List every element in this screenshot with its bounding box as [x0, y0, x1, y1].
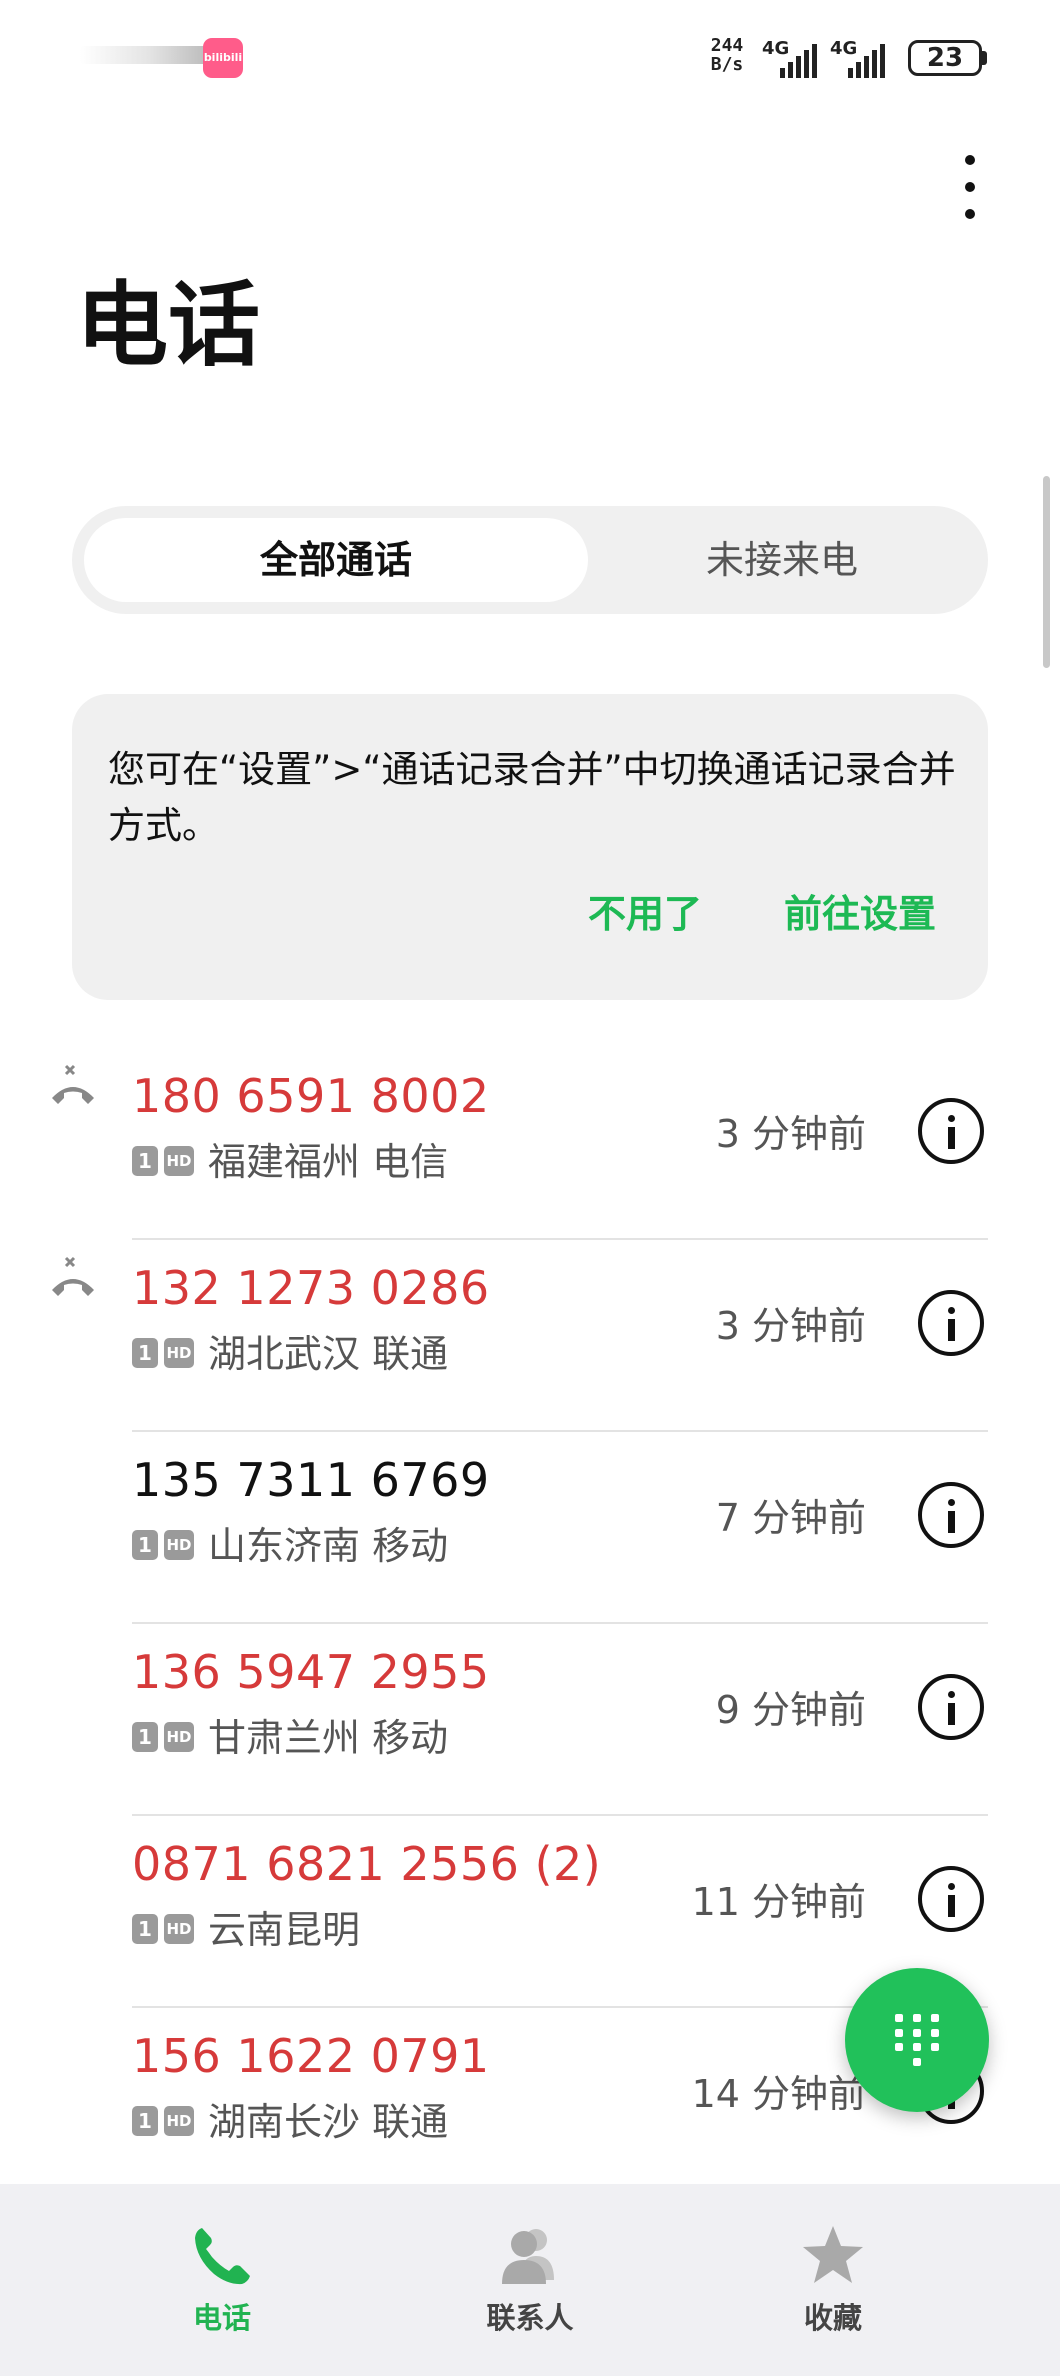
- phone-number: 136 5947 2955: [132, 1645, 490, 1699]
- call-time: 14 分钟前: [691, 2072, 866, 2116]
- phone-number: 132 1273 0286: [132, 1261, 490, 1315]
- phone-icon: [195, 2228, 250, 2285]
- info-icon[interactable]: [918, 1674, 984, 1740]
- go-to-settings-button[interactable]: 前往设置: [784, 886, 936, 942]
- call-row[interactable]: 132 1273 0286 1 HD 湖北武汉 联通 3 分钟前: [0, 1240, 1060, 1432]
- sim-1-icon: 1: [132, 1530, 158, 1560]
- tab-missed-calls[interactable]: 未接来电: [588, 518, 976, 602]
- page-title: 电话: [76, 272, 261, 379]
- call-location: 云南昆明: [208, 1908, 361, 1952]
- dialpad-button[interactable]: [845, 1968, 989, 2112]
- phone-number: 0871 6821 2556 (2): [132, 1837, 602, 1891]
- signal-1-icon: 4G: [762, 34, 822, 78]
- sim-tags: 1 HD: [132, 2106, 194, 2136]
- sim-tags: 1 HD: [132, 1530, 194, 1560]
- nav-phone-label: 电话: [192, 2301, 251, 2335]
- sim-1-icon: 1: [132, 1338, 158, 1368]
- info-icon[interactable]: [918, 1482, 984, 1548]
- nav-favorites-label: 收藏: [803, 2301, 862, 2335]
- status-bar: bilibili 244 B/s 4G 4G 23: [0, 0, 1060, 110]
- call-row[interactable]: 180 6591 8002 1 HD 福建福州 电信 3 分钟前: [0, 1048, 1060, 1240]
- call-time: 3 分钟前: [715, 1304, 866, 1348]
- battery-tip: [982, 51, 987, 65]
- hd-icon: HD: [164, 1338, 194, 1368]
- sim-tags: 1 HD: [132, 1722, 194, 1752]
- call-time: 7 分钟前: [715, 1496, 866, 1540]
- more-options-icon[interactable]: [950, 155, 990, 219]
- call-time: 9 分钟前: [715, 1688, 866, 1732]
- sim-tags: 1 HD: [132, 1146, 194, 1176]
- network-speed: 244 B/s: [704, 36, 750, 74]
- nav-contacts[interactable]: 联系人: [430, 2184, 630, 2376]
- sim-1-icon: 1: [132, 1146, 158, 1176]
- dismiss-button[interactable]: 不用了: [588, 886, 702, 942]
- tip-text: 您可在“设置”>“通话记录合并”中切换通话记录合并方式。: [108, 748, 956, 847]
- notification-preview: [80, 46, 206, 64]
- info-icon[interactable]: [918, 1290, 984, 1356]
- nav-phone[interactable]: 电话: [122, 2184, 322, 2376]
- bottom-navigation: 电话 联系人 收藏: [0, 2184, 1060, 2376]
- sim-tags: 1 HD: [132, 1338, 194, 1368]
- call-row[interactable]: 136 5947 2955 1 HD 甘肃兰州 移动 9 分钟前: [0, 1624, 1060, 1816]
- hd-icon: HD: [164, 1146, 194, 1176]
- call-location: 湖北武汉 联通: [208, 1332, 449, 1376]
- star-icon: [803, 2226, 863, 2283]
- call-time: 3 分钟前: [715, 1112, 866, 1156]
- phone-number: 180 6591 8002: [132, 1069, 490, 1123]
- contacts-icon: [502, 2229, 554, 2284]
- nav-contacts-label: 联系人: [486, 2301, 574, 2335]
- call-location: 山东济南 移动: [208, 1524, 449, 1568]
- info-icon[interactable]: [918, 1866, 984, 1932]
- call-location: 福建福州 电信: [208, 1140, 449, 1184]
- hd-icon: HD: [164, 1722, 194, 1752]
- call-location: 甘肃兰州 移动: [208, 1716, 449, 1760]
- call-row[interactable]: 135 7311 6769 1 HD 山东济南 移动 7 分钟前: [0, 1432, 1060, 1624]
- phone-number: 156 1622 0791: [132, 2029, 490, 2083]
- dialpad-icon: [895, 2014, 939, 2066]
- call-location: 湖南长沙 联通: [208, 2100, 449, 2144]
- merge-tip-card: 您可在“设置”>“通话记录合并”中切换通话记录合并方式。 不用了 前往设置: [72, 694, 988, 1000]
- battery-indicator: 23: [908, 40, 982, 76]
- phone-number: 135 7311 6769: [132, 1453, 490, 1507]
- sim-tags: 1 HD: [132, 1914, 194, 1944]
- missed-call-icon: [52, 1064, 94, 1104]
- tab-all-calls[interactable]: 全部通话: [84, 518, 588, 602]
- nav-favorites[interactable]: 收藏: [733, 2184, 933, 2376]
- call-filter-tabs: 全部通话 未接来电: [72, 506, 988, 614]
- hd-icon: HD: [164, 1914, 194, 1944]
- net-speed-unit: B/s: [710, 54, 744, 75]
- info-icon[interactable]: [918, 1098, 984, 1164]
- call-time: 11 分钟前: [691, 1880, 866, 1924]
- sim-1-icon: 1: [132, 2106, 158, 2136]
- hd-icon: HD: [164, 1530, 194, 1560]
- sim-1-icon: 1: [132, 1914, 158, 1944]
- hd-icon: HD: [164, 2106, 194, 2136]
- sim-1-icon: 1: [132, 1722, 158, 1752]
- scrollbar[interactable]: [1043, 476, 1050, 668]
- missed-call-icon: [52, 1256, 94, 1296]
- bilibili-app-icon: bilibili: [203, 38, 243, 78]
- signal-2-icon: 4G: [830, 34, 894, 78]
- net-speed-value: 244: [710, 35, 744, 56]
